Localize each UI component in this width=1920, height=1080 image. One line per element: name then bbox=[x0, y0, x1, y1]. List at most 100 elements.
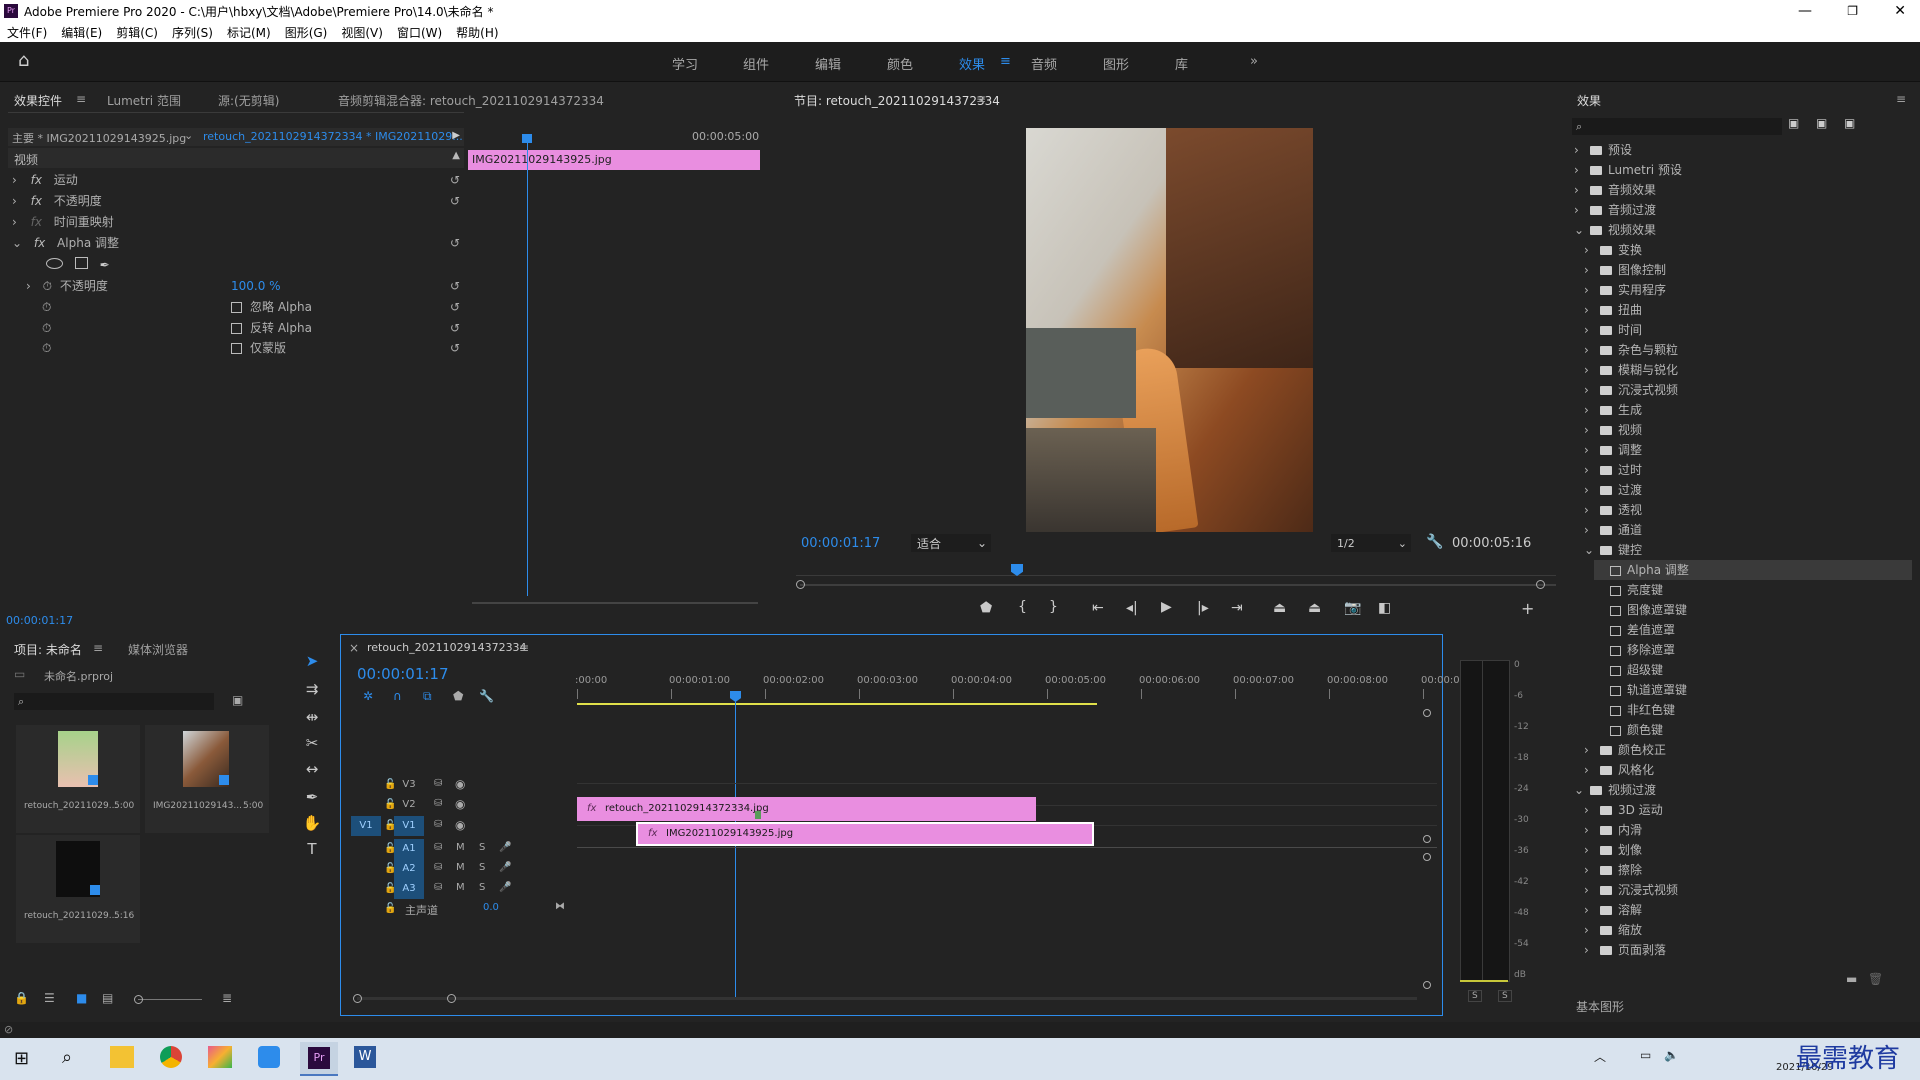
extract-icon[interactable]: ⏏ bbox=[1308, 600, 1321, 616]
effects-tree-item[interactable]: 超级键 bbox=[1594, 660, 1912, 680]
track-label[interactable]: A3 bbox=[394, 879, 424, 899]
zoom-handle-right[interactable] bbox=[1536, 580, 1545, 589]
list-view-icon[interactable]: ☰ bbox=[44, 991, 55, 1005]
expand-chevron-icon[interactable]: › bbox=[1584, 500, 1598, 520]
mark-in-icon[interactable]: { bbox=[1018, 599, 1027, 615]
menu-view[interactable]: 视图(V) bbox=[341, 24, 383, 41]
expand-chevron-icon[interactable]: › bbox=[26, 279, 31, 293]
hscroll-handle-left[interactable] bbox=[353, 994, 362, 1003]
vscroll-handle[interactable] bbox=[1423, 981, 1431, 989]
tray-network-icon[interactable]: ▭ bbox=[1640, 1048, 1651, 1062]
expand-chevron-icon[interactable]: › bbox=[1584, 940, 1598, 960]
effects-tree-item[interactable]: › 音频效果 bbox=[1574, 180, 1912, 200]
slip-tool-icon[interactable]: ↔ bbox=[300, 760, 324, 778]
reset-icon[interactable]: ↺ bbox=[450, 191, 460, 211]
effects-tree-item[interactable]: 图像遮罩键 bbox=[1594, 600, 1912, 620]
tray-chevron-icon[interactable]: ︿ bbox=[1594, 1048, 1606, 1065]
chevron-down-icon[interactable]: ⌄ bbox=[184, 129, 193, 142]
go-to-in-icon[interactable]: ⇤ bbox=[1092, 600, 1104, 616]
reset-icon[interactable]: ↺ bbox=[450, 297, 460, 317]
premiere-taskbar-button[interactable]: Pr bbox=[300, 1042, 338, 1076]
effects-search-input[interactable]: ⌕ bbox=[1572, 118, 1782, 135]
effects-tree-item[interactable]: › 擦除 bbox=[1584, 860, 1912, 880]
toggle-output-eye-icon[interactable]: ◉ bbox=[455, 818, 465, 832]
voiceover-mic-icon[interactable]: 🎤 bbox=[499, 882, 511, 893]
program-menu-icon[interactable]: ≡ bbox=[976, 92, 986, 106]
prop-alpha-adjust[interactable]: ⌄ fx Alpha 调整 ↺ bbox=[8, 233, 464, 253]
prop-motion[interactable]: › fx 运动 ↺ bbox=[8, 170, 464, 190]
add-button-icon[interactable]: + bbox=[1521, 599, 1534, 618]
export-frame-icon[interactable]: 📷 bbox=[1344, 600, 1361, 616]
hscroll-handle-right[interactable] bbox=[447, 994, 456, 1003]
solo-button[interactable]: S bbox=[479, 842, 485, 853]
close-tab-icon[interactable]: × bbox=[349, 641, 359, 655]
effects-tree-item[interactable]: 轨道遮罩键 bbox=[1594, 680, 1912, 700]
track-lock-icon[interactable]: 🔓 bbox=[384, 903, 396, 914]
type-tool-icon[interactable]: T bbox=[300, 840, 324, 858]
close-button[interactable]: ✕ bbox=[1894, 3, 1906, 19]
track-select-tool-icon[interactable]: ⇉ bbox=[300, 680, 324, 698]
workspace-libraries[interactable]: 库 bbox=[1175, 54, 1188, 73]
menu-help[interactable]: 帮助(H) bbox=[456, 24, 498, 41]
ellipse-mask-icon[interactable] bbox=[46, 258, 63, 269]
vscroll-handle[interactable] bbox=[1423, 709, 1431, 717]
reset-icon[interactable]: ↺ bbox=[450, 276, 460, 296]
chrome-icon[interactable] bbox=[160, 1046, 182, 1068]
add-marker-icon[interactable]: ⬟ bbox=[453, 689, 463, 703]
stopwatch-icon[interactable]: ⏱ bbox=[42, 341, 51, 355]
voiceover-mic-icon[interactable]: 🎤 bbox=[499, 842, 511, 853]
ec-current-time[interactable]: 00:00:01:17 bbox=[6, 614, 73, 627]
effects-menu-icon[interactable]: ≡ bbox=[1896, 92, 1906, 106]
sync-lock-icon[interactable]: ⛁ bbox=[434, 842, 442, 853]
expand-chevron-icon[interactable]: › bbox=[1584, 480, 1598, 500]
expand-chevron-icon[interactable]: › bbox=[1584, 920, 1598, 940]
effects-tree-item[interactable]: › 调整 bbox=[1584, 440, 1912, 460]
zoom-slider[interactable] bbox=[138, 999, 202, 1000]
effects-tree-item[interactable]: › Lumetri 预设 bbox=[1574, 160, 1912, 180]
effects-tree-item[interactable]: › 沉浸式视频 bbox=[1584, 380, 1912, 400]
expand-chevron-icon[interactable]: › bbox=[1584, 420, 1598, 440]
sync-lock-icon[interactable]: ⛁ bbox=[434, 798, 442, 809]
go-to-end-icon[interactable]: ⧓ bbox=[555, 901, 565, 912]
tray-volume-icon[interactable]: 🔈 bbox=[1664, 1048, 1679, 1062]
effects-tree-item[interactable]: › 风格化 bbox=[1584, 760, 1912, 780]
effects-tree-item[interactable]: ⌄ 视频效果 bbox=[1574, 220, 1912, 240]
app-icon[interactable] bbox=[208, 1046, 232, 1068]
stopwatch-icon[interactable]: ⏱ bbox=[42, 321, 51, 335]
effects-tree-item[interactable]: › 透视 bbox=[1584, 500, 1912, 520]
effects-tree-item[interactable]: › 过时 bbox=[1584, 460, 1912, 480]
menu-marker[interactable]: 标记(M) bbox=[227, 24, 271, 41]
effects-tree-item[interactable]: › 视频 bbox=[1584, 420, 1912, 440]
track-label[interactable]: V1 bbox=[394, 816, 424, 836]
expand-chevron-icon[interactable]: › bbox=[1584, 240, 1598, 260]
expand-chevron-icon[interactable]: › bbox=[1584, 360, 1598, 380]
tab-effect-controls[interactable]: 效果控件 bbox=[14, 92, 62, 109]
project-item[interactable]: retouch_20211029... 5:00 bbox=[16, 725, 140, 833]
timeline-playhead[interactable] bbox=[735, 701, 736, 999]
effects-tree-item[interactable]: › 溶解 bbox=[1584, 900, 1912, 920]
pen-tool-icon[interactable]: ✒ bbox=[300, 788, 324, 806]
vscroll-handle[interactable] bbox=[1423, 835, 1431, 843]
new-folder-icon[interactable]: ▬ bbox=[1846, 972, 1857, 986]
timeline-title[interactable]: retouch_2021102914372334 bbox=[367, 641, 527, 654]
menu-graphics[interactable]: 图形(G) bbox=[285, 24, 328, 41]
zoom-slider-handle[interactable] bbox=[134, 995, 143, 1004]
search-icon[interactable]: ⌕ bbox=[62, 1047, 72, 1068]
tab-menu-icon[interactable]: ≡ bbox=[76, 92, 86, 106]
file-explorer-icon[interactable] bbox=[110, 1046, 134, 1068]
quality-select[interactable]: 1/2 ⌄ bbox=[1331, 534, 1411, 552]
effects-tree-item[interactable]: › 内滑 bbox=[1584, 820, 1912, 840]
effects-tree-item[interactable]: › 扭曲 bbox=[1584, 300, 1912, 320]
effects-tree-item[interactable]: › 预设 bbox=[1574, 140, 1912, 160]
expand-chevron-icon[interactable]: › bbox=[1584, 340, 1598, 360]
expand-chevron-icon[interactable]: › bbox=[1584, 740, 1598, 760]
expand-chevron-icon[interactable]: › bbox=[1584, 800, 1598, 820]
menu-edit[interactable]: 编辑(E) bbox=[61, 24, 102, 41]
effects-tree-item[interactable]: › 杂色与颗粒 bbox=[1584, 340, 1912, 360]
effects-tree-item[interactable]: 非红色键 bbox=[1594, 700, 1912, 720]
delete-icon[interactable]: 🗑 bbox=[1868, 972, 1883, 986]
expand-chevron-icon[interactable]: › bbox=[1574, 200, 1588, 220]
effects-tree-item[interactable]: › 页面剥落 bbox=[1584, 940, 1912, 960]
expand-chevron-icon[interactable]: › bbox=[1574, 160, 1588, 180]
mute-button[interactable]: M bbox=[456, 862, 465, 873]
